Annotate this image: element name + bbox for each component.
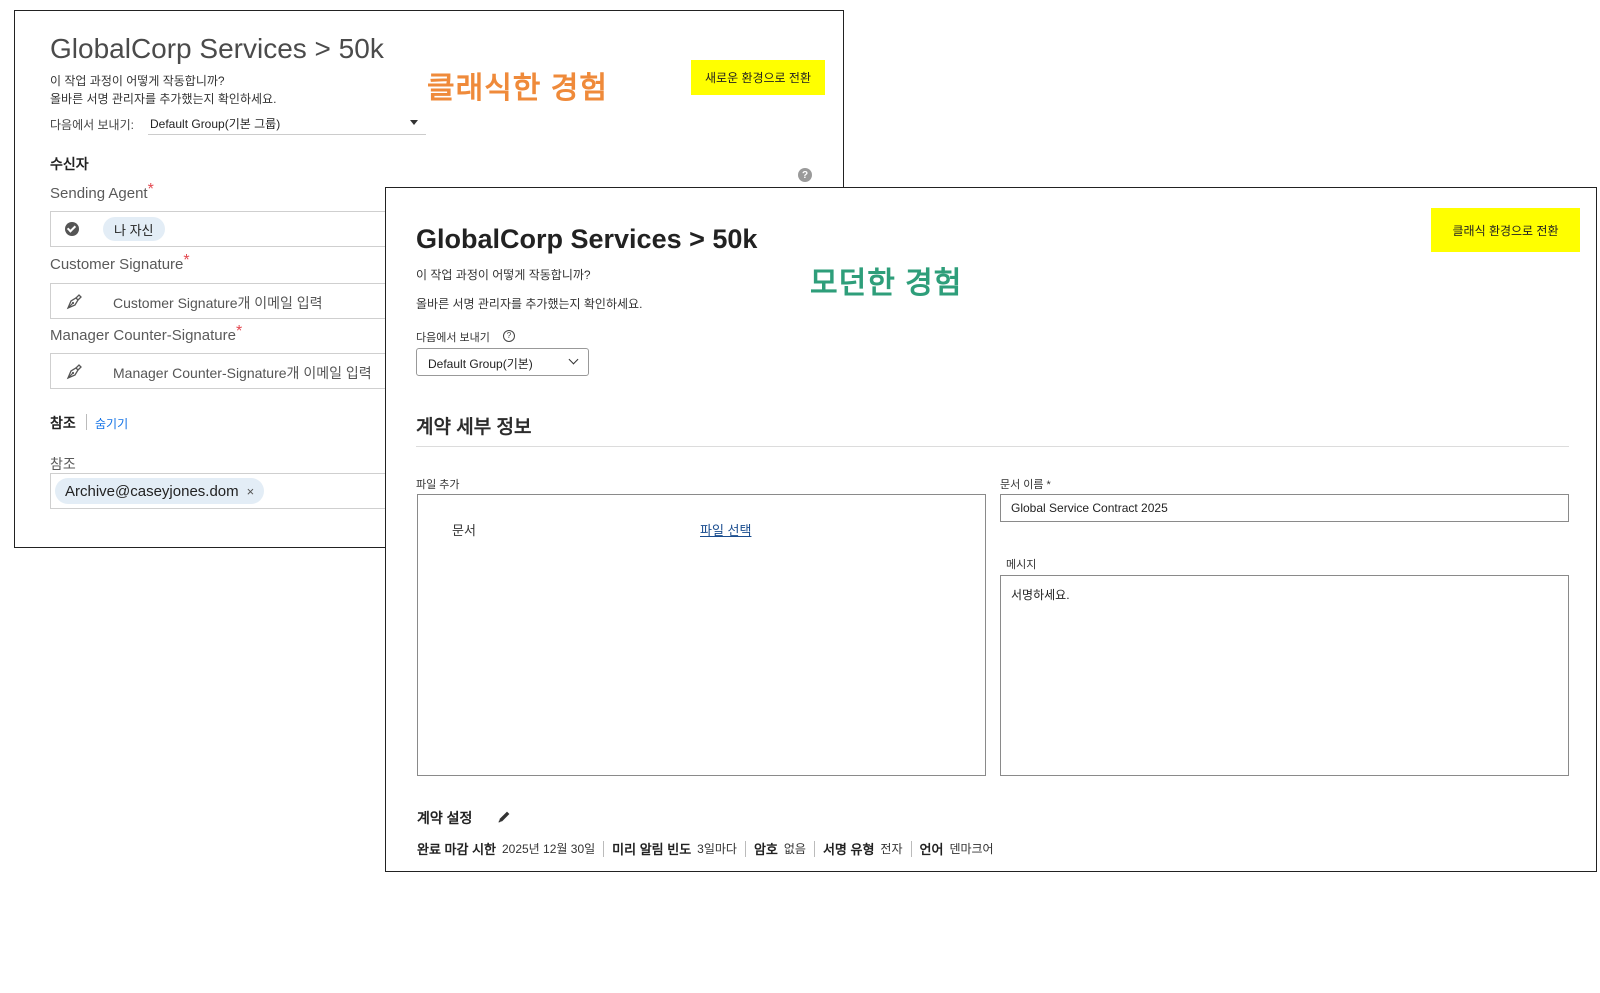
cc-chip-email: Archive@caseyjones.dom <box>65 482 239 500</box>
send-from-select[interactable]: Default Group(기본 그룹) <box>148 111 426 135</box>
document-name-label-text: 문서 이름 <box>1000 479 1044 491</box>
customer-signature-label: Customer Signature* <box>50 252 190 274</box>
divider <box>416 446 1569 447</box>
modern-experience-panel: GlobalCorp Services > 50k 이 작업 과정이 어떻게 작… <box>385 187 1597 872</box>
cc-chip: Archive@caseyjones.dom × <box>55 478 265 504</box>
document-label: 문서 <box>452 523 476 538</box>
document-name-label: 문서 이름 * <box>1000 476 1051 492</box>
send-from-value: Default Group(기본 그룹) <box>150 117 281 131</box>
cc-title: 참조 <box>50 415 76 431</box>
chevron-down-icon <box>568 354 579 365</box>
divider <box>744 840 746 857</box>
choose-file-link[interactable]: 파일 선택 <box>700 520 751 539</box>
setting-value: 없음 <box>783 842 806 856</box>
file-drop-area[interactable]: 문서 파일 선택 <box>417 494 986 776</box>
field-label-text: Manager Counter-Signature <box>50 327 236 344</box>
required-mark: * <box>1046 479 1051 491</box>
send-from-label: 다음에서 보내기 <box>416 332 490 344</box>
divider <box>603 840 605 857</box>
setting-value: 2025년 12월 30일 <box>501 842 596 856</box>
divider <box>86 414 87 430</box>
remove-cc-icon[interactable]: × <box>247 484 255 499</box>
required-mark: * <box>183 252 190 269</box>
caret-down-icon <box>410 120 418 125</box>
email-input[interactable]: Customer Signature개 이메일 입력 <box>113 293 323 313</box>
recipients-title: 수신자 <box>50 156 89 172</box>
message-textarea[interactable]: 서명하세요. <box>1000 575 1569 776</box>
required-mark: * <box>235 323 243 340</box>
message-label: 메시지 <box>1006 559 1037 571</box>
setting-key: 암호 <box>753 842 778 857</box>
setting-value: 덴마크어 <box>949 842 994 856</box>
cc-label: 참조 <box>50 456 76 472</box>
document-name-input[interactable]: Global Service Contract 2025 <box>1000 494 1569 522</box>
send-from-value: Default Group(기본) <box>428 357 533 371</box>
field-label-text: Sending Agent <box>50 185 148 202</box>
email-input[interactable]: Manager Counter-Signature개 이메일 입력 <box>113 363 372 383</box>
sending-agent-label: Sending Agent* <box>50 181 154 203</box>
checkmark-circle-icon <box>65 222 79 236</box>
add-file-label: 파일 추가 <box>416 479 460 491</box>
divider <box>910 840 912 857</box>
divider <box>813 840 815 857</box>
help-icon[interactable]: ? <box>503 330 515 342</box>
switch-to-classic-button[interactable]: 클래식 환경으로 전환 <box>1431 208 1580 252</box>
check-signers-text: 올바른 서명 관리자를 추가했는지 확인하세요. <box>416 297 643 311</box>
experience-label: 모던한 경험 <box>810 267 963 300</box>
agreement-settings-summary: 완료 마감 시한 2025년 12월 30일 미리 알림 빈도 3일마다 암호 … <box>417 839 994 858</box>
send-from-label: 다음에서 보내기: <box>50 118 134 132</box>
manager-counter-signature-label: Manager Counter-Signature* <box>50 323 242 345</box>
recipient-chip[interactable]: 나 자신 <box>103 217 165 241</box>
pen-icon <box>66 294 82 310</box>
hide-cc-link[interactable]: 숨기기 <box>95 415 128 432</box>
setting-key: 서명 유형 <box>822 842 875 857</box>
page-title: GlobalCorp Services > 50k <box>50 33 384 64</box>
send-from-select[interactable]: Default Group(기본) <box>416 348 589 376</box>
pencil-icon[interactable] <box>495 808 513 826</box>
page-title: GlobalCorp Services > 50k <box>416 224 758 254</box>
setting-value: 3일마다 <box>697 842 737 856</box>
setting-key: 완료 마감 시한 <box>417 842 496 857</box>
field-label-text: Customer Signature <box>50 256 184 273</box>
required-mark: * <box>147 181 154 198</box>
switch-to-new-experience-button[interactable]: 새로운 환경으로 전환 <box>691 60 825 95</box>
setting-value: 전자 <box>880 842 903 856</box>
how-it-works-text: 이 작업 과정이 어떻게 작동합니까? <box>50 74 225 88</box>
help-icon[interactable]: ? <box>798 168 812 182</box>
experience-label: 클래식한 경험 <box>427 72 608 105</box>
agreement-settings-title: 계약 설정 <box>417 810 473 826</box>
check-signers-text: 올바른 서명 관리자를 추가했는지 확인하세요. <box>50 92 277 106</box>
pen-icon <box>66 364 82 380</box>
setting-key: 미리 알림 빈도 <box>612 842 692 857</box>
contract-details-title: 계약 세부 정보 <box>416 417 532 438</box>
how-it-works-text: 이 작업 과정이 어떻게 작동합니까? <box>416 268 591 282</box>
setting-key: 언어 <box>919 842 944 857</box>
